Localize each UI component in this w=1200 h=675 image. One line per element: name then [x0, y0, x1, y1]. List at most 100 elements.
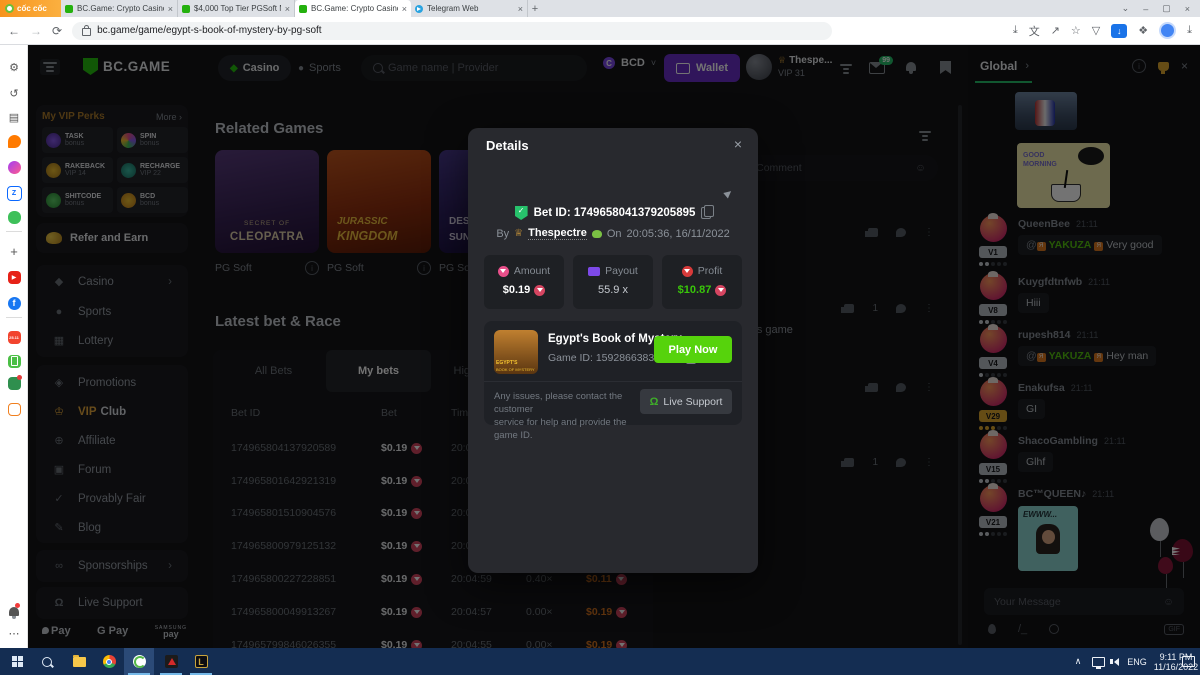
bet-id-label: Bet ID:	[534, 207, 571, 219]
taskbar-search-icon[interactable]	[32, 648, 62, 675]
headset-icon: Ω	[650, 396, 659, 408]
payout-icon	[588, 267, 600, 276]
reading-list-icon[interactable]: ▤	[6, 109, 22, 125]
coccoc-brand-label: cốc cốc	[17, 4, 47, 13]
downloads-tray-icon[interactable]: ⤓	[1187, 24, 1192, 37]
tab-title: Telegram Web	[427, 4, 514, 13]
back-icon[interactable]: ←	[8, 24, 20, 38]
forward-icon[interactable]: →	[30, 24, 42, 38]
league-of-legends-icon[interactable]: L	[186, 648, 216, 675]
bet-id-value: 1749658041379205895	[574, 207, 696, 219]
thumb-line1: EGYPT'S	[496, 360, 517, 366]
save-page-icon[interactable]: ⤓	[1013, 24, 1018, 37]
thumb-line2: BOOK OF MYSTERY	[496, 367, 535, 372]
tab-close-icon[interactable]: ×	[168, 4, 173, 14]
profile-icon[interactable]	[1159, 22, 1176, 39]
bet-details-modal: Details × ► ✓ Bet ID: 174965804137920589…	[468, 128, 758, 573]
network-icon[interactable]	[1088, 648, 1108, 675]
refresh-icon[interactable]: ⟳	[52, 24, 62, 38]
new-tab-button[interactable]: +	[528, 0, 542, 17]
youtube-icon[interactable]: ▶	[6, 269, 22, 285]
sale-2511-icon[interactable]: 25.11	[6, 329, 22, 345]
garena-icon[interactable]	[156, 648, 186, 675]
profit-icon	[682, 266, 693, 277]
coccoc-brand[interactable]: cốc cốc	[0, 0, 61, 17]
copy-icon[interactable]	[701, 207, 711, 219]
amount-icon	[498, 266, 509, 277]
tab-close-icon[interactable]: ×	[402, 4, 407, 14]
history-icon[interactable]: ↺	[6, 85, 22, 101]
add-shortcut-icon[interactable]: +	[6, 243, 22, 259]
coccoc-logo-icon	[5, 4, 14, 13]
zalo-icon[interactable]: Z	[6, 185, 22, 201]
note-line2: service for help and provide the game ID…	[494, 417, 627, 441]
browser-tab-2[interactable]: $4,000 Top Tier PGSoft Multi ×	[178, 0, 295, 17]
facebook-icon[interactable]: f	[6, 295, 22, 311]
page-viewport: ⚙ ↺ ▤ Z + ▶ f 25.11 ⋯ BC.GAME ◆ Casino	[0, 45, 1200, 648]
play-now-label: Play Now	[669, 344, 718, 356]
download-icon[interactable]: ↓	[1111, 24, 1127, 38]
browser-tab-1[interactable]: BC.Game: Crypto Casino Gan ×	[61, 0, 178, 17]
coccoc-taskbar-icon[interactable]	[124, 648, 154, 675]
browser-addressbar: ← → ⟳ bc.game/game/egypt-s-book-of-myste…	[0, 17, 1200, 45]
education-cap-icon[interactable]	[6, 375, 22, 391]
coccoc-feed-icon[interactable]	[6, 133, 22, 149]
bcgame-favicon	[182, 5, 190, 13]
support-note: Any issues, please contact the customer …	[494, 390, 634, 442]
tray-chevron-icon[interactable]: ∧	[1068, 648, 1088, 675]
maximize-button[interactable]: ▢	[1162, 3, 1171, 14]
live-support-label: Live Support	[663, 396, 722, 408]
volume-icon[interactable]	[1106, 648, 1126, 675]
bookmark-star-icon[interactable]: ☆	[1071, 24, 1081, 37]
tab-close-icon[interactable]: ×	[285, 4, 290, 14]
file-explorer-icon[interactable]	[64, 648, 94, 675]
stat-amount: Amount $0.19	[484, 255, 564, 309]
notifications-bell-icon[interactable]	[6, 603, 22, 619]
bet-username[interactable]: Thespectre	[528, 227, 587, 240]
language-indicator[interactable]: ENG	[1124, 648, 1150, 675]
start-button[interactable]	[2, 648, 32, 675]
verified-shield-icon: ✓	[515, 206, 528, 220]
extensions-puzzle-icon[interactable]: ❖	[1138, 24, 1148, 37]
games-gamepad-icon[interactable]	[6, 209, 22, 225]
trx-coin-icon	[534, 285, 545, 296]
chrome-icon[interactable]	[94, 648, 124, 675]
battery-app-icon[interactable]	[6, 353, 22, 369]
minimize-button[interactable]: –	[1143, 4, 1148, 14]
modal-title: Details	[486, 138, 529, 153]
browser-sidebar: ⚙ ↺ ▤ Z + ▶ f 25.11 ⋯	[0, 45, 28, 648]
tab-search-icon[interactable]: ⌄	[1122, 3, 1130, 14]
browser-tab-4[interactable]: Telegram Web ×	[411, 0, 528, 17]
share-icon[interactable]: ↗	[1051, 24, 1060, 37]
modal-close-icon[interactable]: ×	[734, 136, 742, 152]
share-arrow-icon[interactable]: ►	[719, 184, 737, 202]
live-support-button[interactable]: Ω Live Support	[640, 389, 732, 414]
url-text: bc.game/game/egypt-s-book-of-mystery-by-…	[97, 25, 322, 36]
by-label: By	[496, 228, 509, 240]
stat-label: Payout	[605, 265, 638, 277]
messenger-icon[interactable]	[6, 159, 22, 175]
stat-value: $0.19	[503, 284, 531, 296]
close-button[interactable]: ×	[1185, 4, 1190, 14]
tab-title: $4,000 Top Tier PGSoft Multi	[194, 4, 281, 13]
bet-id-row: ✓ Bet ID: 1749658041379205895	[468, 206, 758, 220]
stat-payout: Payout 55.9 x	[573, 255, 653, 309]
bcgame-favicon	[299, 5, 307, 13]
stat-label: Profit	[698, 265, 723, 277]
adblock-shield-icon[interactable]: ▽	[1092, 24, 1100, 37]
game-thumbnail[interactable]: EGYPT'S BOOK OF MYSTERY	[494, 330, 538, 374]
url-field[interactable]: bc.game/game/egypt-s-book-of-mystery-by-…	[72, 22, 832, 40]
frog-emoji-icon	[592, 230, 602, 238]
telegram-favicon	[415, 5, 423, 13]
translate-icon[interactable]: 文	[1029, 23, 1040, 39]
browser-tab-3-active[interactable]: BC.Game: Crypto Casino Gan ×	[295, 0, 411, 17]
notification-center-icon[interactable]	[1176, 648, 1200, 675]
note-line1: Any issues, please contact the customer	[494, 391, 622, 415]
shopping-cart-icon[interactable]	[6, 401, 22, 417]
sidebar-more-icon[interactable]: ⋯	[6, 625, 22, 641]
crown-icon: ♕	[514, 228, 523, 239]
play-now-button[interactable]: Play Now	[654, 336, 732, 363]
tab-close-icon[interactable]: ×	[518, 4, 523, 14]
settings-gear-icon[interactable]: ⚙	[6, 59, 22, 75]
bet-datetime: 20:05:36, 16/11/2022	[627, 228, 730, 240]
